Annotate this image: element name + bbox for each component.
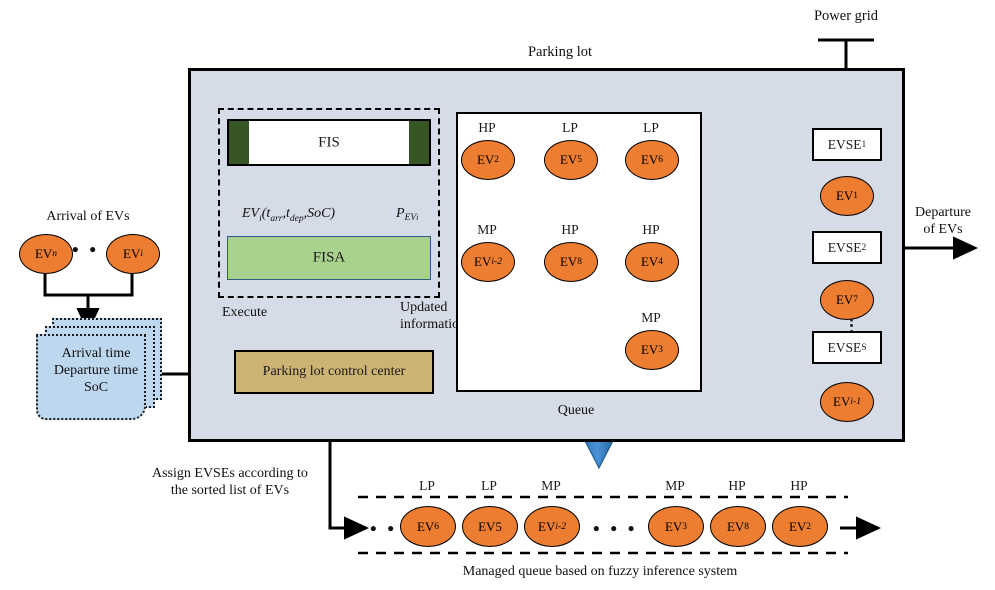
parked-ev-3: EV 3 xyxy=(625,330,679,370)
queue-label: Queue xyxy=(557,403,595,418)
execute-label: Execute xyxy=(222,305,268,320)
fis-label: FIS xyxy=(318,134,340,150)
queue-ev-i-2: EV i-2 xyxy=(524,506,580,547)
queue-priority-ev2: HP xyxy=(790,478,808,493)
priority-tag-evi2: MP xyxy=(477,222,497,237)
fis-block[interactable]: FIS xyxy=(227,119,431,166)
queue-priority-ev3: MP xyxy=(665,478,685,493)
queue-priority-evi2: MP xyxy=(541,478,561,493)
queue-priority-ev8: HP xyxy=(728,478,746,493)
priority-tag-ev3: MP xyxy=(641,310,661,325)
queue-ev-2: EV 2 xyxy=(772,506,828,547)
fis-output-signal-label: PEVi xyxy=(396,205,419,224)
parked-ev-8: EV 8 xyxy=(544,242,598,282)
evse-unit-s[interactable]: EVSE S xyxy=(812,331,882,364)
parked-ev-2: EV 2 xyxy=(461,140,515,180)
charging-ev-i-1: EV i-1 xyxy=(820,382,874,422)
fisa-block[interactable]: FISA xyxy=(227,236,431,280)
power-grid-label: Power grid xyxy=(813,8,879,24)
departure-of-evs-label: Departure of EVs xyxy=(915,205,971,237)
parking-lot-control-center[interactable]: Parking lot control center xyxy=(234,350,434,394)
priority-tag-ev6: LP xyxy=(643,120,659,135)
queue-middle-ellipsis: • • • xyxy=(593,519,638,540)
control-center-label: Parking lot control center xyxy=(262,364,406,379)
diagram-canvas: Parking lot Power grid FIS FISA EVi(tarr… xyxy=(0,0,995,590)
queue-ev-8: EV 8 xyxy=(710,506,766,547)
queue-priority-ev6: LP xyxy=(419,478,435,493)
fisa-label: FISA xyxy=(312,249,346,266)
evse-unit-1[interactable]: EVSE 1 xyxy=(812,128,882,161)
queue-ev-3: EV 3 xyxy=(648,506,704,547)
arrival-ev-i: EV i xyxy=(106,234,160,274)
priority-tag-ev5: LP xyxy=(562,120,578,135)
charging-ev-7: EV 7 xyxy=(820,280,874,320)
queue-ev-6: EV 6 xyxy=(400,506,456,547)
parking-lot-label: Parking lot xyxy=(527,44,593,60)
parked-ev-5: EV 5 xyxy=(544,140,598,180)
data-card-text: Arrival time Departure time SoC xyxy=(53,346,139,396)
priority-tag-ev8: HP xyxy=(561,222,579,237)
arrival-of-evs-label: Arrival of EVs xyxy=(46,209,130,224)
assign-evses-note: Assign EVSEs according to the sorted list… xyxy=(152,466,308,499)
priority-tag-ev4: HP xyxy=(642,222,660,237)
parked-ev-6: EV 6 xyxy=(625,140,679,180)
parked-ev-4: EV 4 xyxy=(625,242,679,282)
managed-queue-caption: Managed queue based on fuzzy inference s… xyxy=(462,564,738,579)
queue-ev-5: EV5 xyxy=(462,506,518,547)
queue-priority-ev5: LP xyxy=(481,478,497,493)
parked-ev-i-2: EV i-2 xyxy=(461,242,515,282)
arrival-ev-n: EV n xyxy=(19,234,73,274)
priority-tag-ev2: HP xyxy=(478,120,496,135)
fis-input-signal-label: EVi(tarr,tdep,SoC) xyxy=(242,205,336,224)
evse-unit-2[interactable]: EVSE 2 xyxy=(812,231,882,264)
charging-ev-1: EV 1 xyxy=(820,176,874,216)
